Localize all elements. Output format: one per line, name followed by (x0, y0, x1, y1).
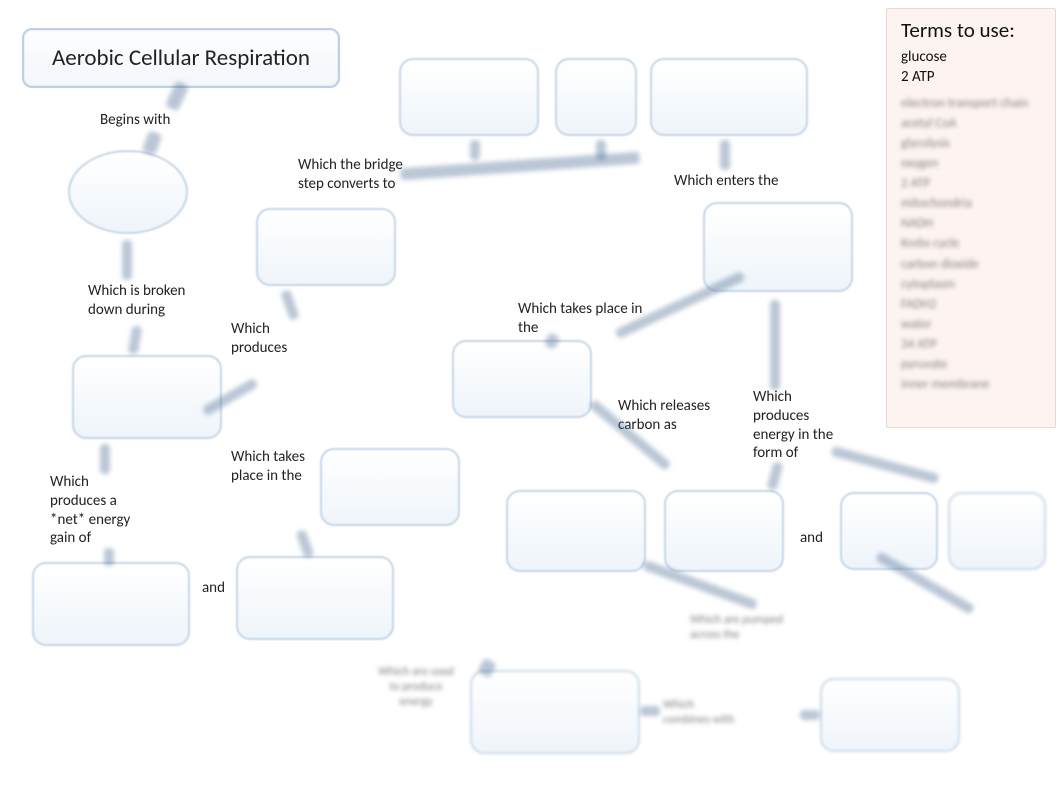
arrow-17 (640, 706, 660, 716)
term-item: inner membrane (901, 375, 1045, 395)
term-item: 34 ATP (901, 335, 1045, 355)
node-blank-top-a[interactable] (399, 58, 539, 136)
node-blank-top-c[interactable] (650, 58, 808, 136)
label-enters-the: Which enters the (674, 172, 778, 191)
term-item: oxygen (901, 154, 1045, 174)
term-item: glycolysis (901, 134, 1045, 154)
node-blank-co2[interactable] (506, 490, 646, 572)
arrow-18 (800, 710, 820, 720)
term-item: glucose (901, 47, 1045, 67)
arrow-3 (122, 240, 132, 280)
arrow-7b (470, 140, 480, 160)
term-item: electron transport chain (901, 94, 1045, 114)
arrow-4 (128, 325, 143, 354)
label-used-to-blur: Which are used to produce energy (376, 665, 456, 710)
terms-panel: Terms to use: glucose 2 ATP electron tra… (886, 8, 1056, 428)
node-blank-acetyl[interactable] (256, 208, 396, 286)
label-which-produces: Which produces (231, 320, 321, 358)
arrow-11 (770, 300, 780, 390)
node-blank-fadh2[interactable] (948, 492, 1046, 570)
concept-map-canvas: Aerobic Cellular Respiration Begins with… (0, 0, 1062, 797)
term-item: FADH2 (901, 295, 1045, 315)
term-item: NADH (901, 214, 1045, 234)
node-blank-2atp-krebs[interactable] (664, 490, 784, 572)
node-blank-top-b[interactable] (555, 58, 637, 136)
term-item: acetyl CoA (901, 114, 1045, 134)
arrow-14 (296, 529, 315, 559)
label-releases-carbon: Which releases carbon as (618, 397, 758, 435)
node-blank-etc[interactable] (470, 670, 640, 754)
terms-clear-list: glucose 2 ATP (901, 47, 1045, 88)
label-combines-blur: Which combines with (663, 698, 743, 728)
label-net-energy: Which produces a *net* energy gain of (50, 473, 160, 548)
terms-blurred-list: electron transport chain acetyl CoA glyc… (901, 94, 1045, 396)
node-blank-cytoplasm[interactable] (320, 448, 460, 526)
arrow-6 (280, 289, 300, 321)
node-blank-glucose[interactable] (68, 150, 188, 234)
arrow-12 (831, 446, 940, 484)
term-item: water (901, 315, 1045, 335)
arrow-2 (142, 130, 163, 155)
arrow-13 (100, 444, 110, 474)
label-and-2: and (800, 529, 823, 548)
node-blank-mito[interactable] (452, 340, 592, 418)
arrow-11b (767, 461, 784, 491)
terms-heading: Terms to use: (901, 17, 1045, 43)
term-item: 2 ATP (901, 67, 1045, 87)
diagram-title: Aerobic Cellular Respiration (22, 28, 340, 88)
node-blank-glycolysis[interactable] (72, 355, 222, 439)
term-item: mitochondria (901, 194, 1045, 214)
term-item: 2 ATP (901, 174, 1045, 194)
arrow-13b (104, 548, 114, 566)
node-blank-nadh-a[interactable] (236, 556, 394, 640)
arrow-7d (720, 140, 730, 170)
label-takes-place-2: Which takes place in the (231, 448, 331, 486)
term-item: cytoplasm (901, 275, 1045, 295)
label-pumped-blur: Which are pumped across the (690, 613, 810, 643)
node-blank-2atp[interactable] (32, 562, 190, 646)
node-blank-oxygen[interactable] (820, 678, 960, 752)
term-item: Krebs cycle (901, 234, 1045, 254)
term-item: pyruvate (901, 355, 1045, 375)
label-broken-down: Which is broken down during (88, 282, 238, 320)
term-item: carbon dioxide (901, 255, 1045, 275)
arrow-7c (596, 140, 606, 160)
label-begins-with: Begins with (100, 111, 170, 130)
label-and-1: and (202, 579, 225, 598)
